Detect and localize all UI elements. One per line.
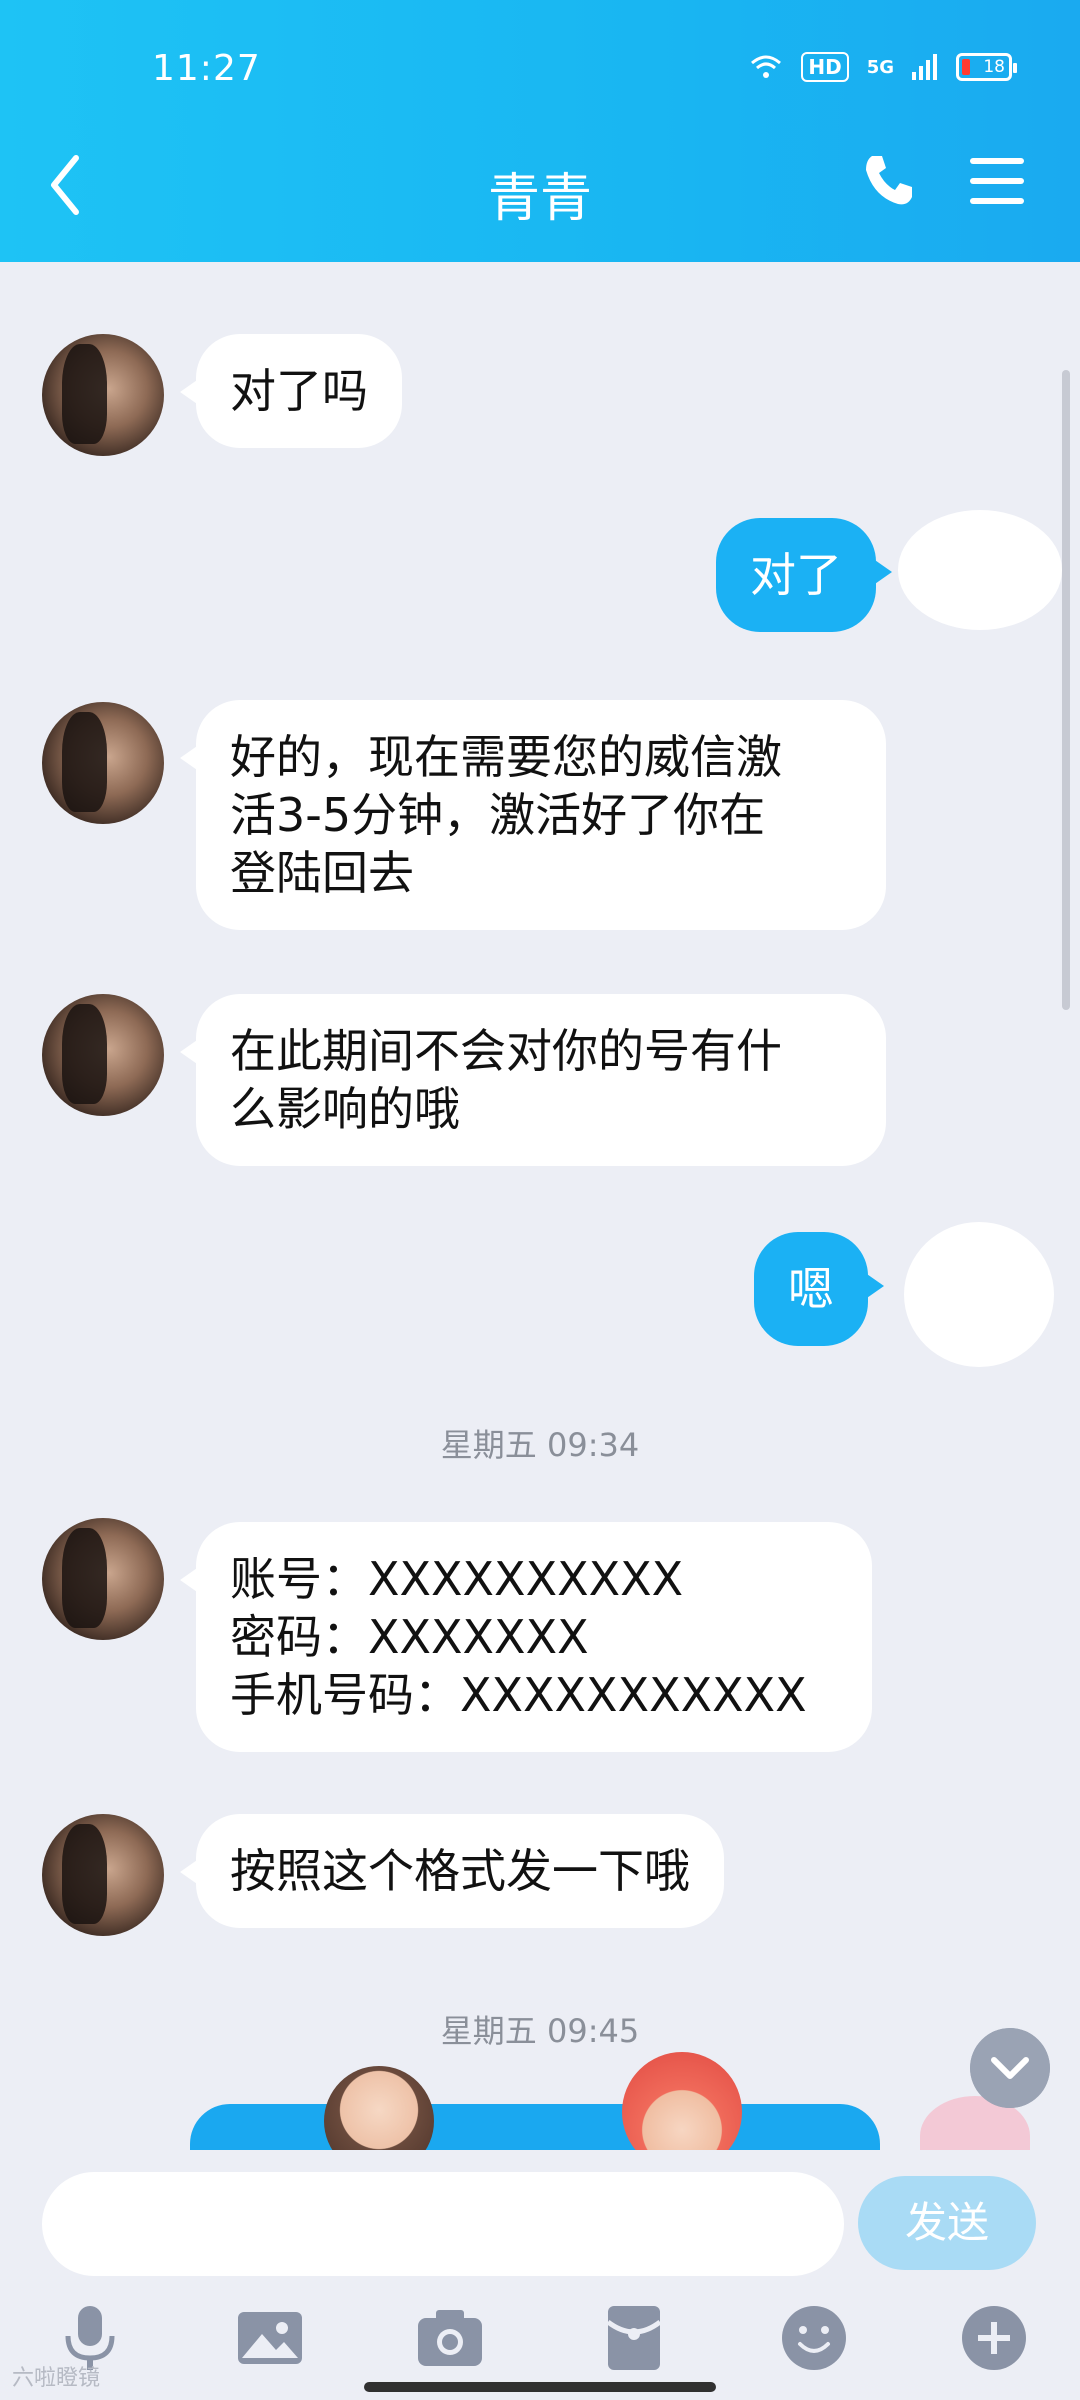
hd-badge: HD: [801, 52, 849, 82]
message-bubble-incoming[interactable]: 对了吗: [180, 334, 402, 448]
wifi-icon: [751, 55, 782, 78]
contact-avatar[interactable]: [42, 1518, 164, 1640]
message-list[interactable]: 对了吗 对了 好的，现在需要您的威信激 活3-5分钟，激活好了你在 登陆回去 在…: [0, 262, 1080, 2162]
input-bar: 发送: [0, 2150, 1080, 2400]
network-label: 5G: [866, 56, 894, 78]
red-packet-icon[interactable]: [596, 2300, 672, 2376]
status-icons: HD 5G 18: [749, 52, 1017, 82]
message-line: 密码：XXXXXXX: [230, 1610, 589, 1664]
signal-icon: [912, 54, 937, 80]
message-line: 在此期间不会对你的号有什: [230, 1024, 782, 1078]
message-line: 账号：XXXXXXXXXX: [230, 1552, 684, 1606]
timestamp: 星期五 09:34: [440, 1426, 640, 1464]
chat-title: 青青: [487, 169, 592, 229]
home-indicator[interactable]: [364, 2382, 716, 2392]
image-icon[interactable]: [232, 2300, 308, 2376]
message-text: 嗯: [788, 1262, 834, 1316]
message-text: 对了: [750, 548, 842, 602]
phone-icon[interactable]: [858, 150, 918, 210]
camera-icon[interactable]: [412, 2300, 488, 2376]
scroll-down-button[interactable]: [970, 2028, 1050, 2108]
self-avatar[interactable]: [898, 510, 1062, 630]
message-text: 对了吗: [230, 364, 368, 418]
contact-avatar[interactable]: [42, 1814, 164, 1936]
message-line: 登陆回去: [230, 846, 414, 900]
contact-avatar[interactable]: [42, 994, 164, 1116]
emoji-icon[interactable]: [776, 2300, 852, 2376]
menu-icon[interactable]: [970, 156, 1024, 206]
battery-indicator: 18: [956, 53, 1017, 81]
contact-avatar[interactable]: [42, 334, 164, 456]
chat-header: 11:27 HD 5G 18 青青: [0, 0, 1080, 262]
message-bubble-outgoing[interactable]: 嗯: [754, 1232, 884, 1346]
send-button[interactable]: 发送: [858, 2176, 1036, 2270]
timestamp: 星期五 09:45: [440, 2012, 640, 2050]
message-line: 活3-5分钟，激活好了你在: [230, 788, 766, 842]
scrollbar[interactable]: [1062, 370, 1070, 1010]
self-avatar[interactable]: [904, 1222, 1054, 1367]
message-input[interactable]: [42, 2172, 844, 2276]
message-line: 好的，现在需要您的威信激: [230, 730, 782, 784]
message-line: 么影响的哦: [230, 1082, 460, 1136]
contact-avatar[interactable]: [42, 702, 164, 824]
message-line: 手机号码：XXXXXXXXXXX: [230, 1668, 807, 1722]
message-text: 按照这个格式发一下哦: [230, 1844, 690, 1898]
message-bubble-incoming[interactable]: 好的，现在需要您的威信激 活3-5分钟，激活好了你在 登陆回去: [180, 700, 886, 930]
plus-icon[interactable]: [956, 2300, 1032, 2376]
message-bubble-incoming[interactable]: 账号：XXXXXXXXXX 密码：XXXXXXX 手机号码：XXXXXXXXXX…: [180, 1522, 872, 1752]
message-bubble-incoming[interactable]: 在此期间不会对你的号有什 么影响的哦: [180, 994, 886, 1166]
message-bubble-incoming[interactable]: 按照这个格式发一下哦: [180, 1814, 724, 1928]
status-time: 11:27: [152, 48, 261, 89]
message-bubble-outgoing[interactable]: 对了: [716, 518, 892, 632]
watermark: 六啦瞪镜: [12, 2366, 101, 2391]
